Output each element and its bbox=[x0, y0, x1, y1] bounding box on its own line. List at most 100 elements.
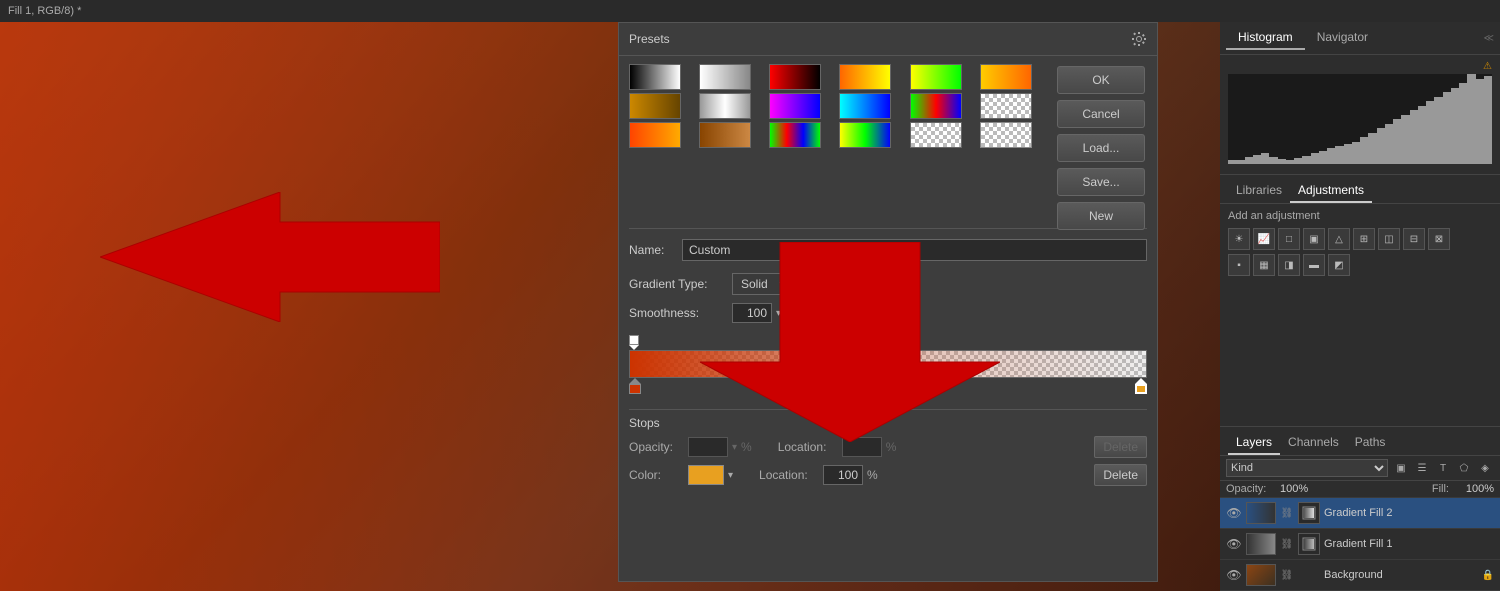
gear-icon[interactable] bbox=[1131, 31, 1147, 47]
pixel-filter-icon[interactable]: ▣ bbox=[1392, 459, 1410, 477]
navigator-tab[interactable]: Navigator bbox=[1305, 26, 1380, 50]
layer-item-background[interactable]: 👁 ⛓ Background 🔒 bbox=[1220, 560, 1500, 591]
color-stop-red[interactable] bbox=[629, 379, 641, 395]
posterize-adjustment-icon[interactable]: ▦ bbox=[1253, 254, 1275, 276]
layer-visibility-background[interactable]: 👁 bbox=[1226, 567, 1242, 583]
preset-swatch-3[interactable] bbox=[769, 64, 821, 90]
new-button[interactable]: New bbox=[1057, 202, 1145, 230]
layer-filter-select[interactable]: Kind bbox=[1226, 459, 1388, 477]
fill-row-label: Fill: bbox=[1432, 483, 1462, 495]
layers-tab-btn[interactable]: Layers bbox=[1228, 431, 1280, 455]
shape-filter-icon[interactable]: ⬠ bbox=[1455, 459, 1473, 477]
preset-swatch-1[interactable] bbox=[629, 64, 681, 90]
adjustments-tab[interactable]: Adjustments bbox=[1290, 179, 1372, 203]
hist-bar bbox=[1245, 157, 1253, 164]
hist-bar bbox=[1467, 74, 1475, 164]
preset-swatch-12[interactable] bbox=[980, 93, 1032, 119]
preset-swatch-5[interactable] bbox=[910, 64, 962, 90]
preset-swatch-6[interactable] bbox=[980, 64, 1032, 90]
color-dropdown-arrow[interactable]: ▾ bbox=[728, 470, 733, 481]
layer-chain-gradient-fill-2[interactable]: ⛓ bbox=[1280, 506, 1294, 520]
hist-bar bbox=[1410, 110, 1418, 164]
channels-tab-btn[interactable]: Channels bbox=[1280, 431, 1347, 455]
preset-swatch-10[interactable] bbox=[839, 93, 891, 119]
type-filter-icon[interactable]: T bbox=[1434, 459, 1452, 477]
layer-item-gradient-fill-2[interactable]: 👁 ⛓ Gradient Fill 2 bbox=[1220, 498, 1500, 529]
layer-name-gradient-fill-2: Gradient Fill 2 bbox=[1324, 507, 1494, 519]
color-swatch-button[interactable] bbox=[688, 465, 724, 485]
layer-lock-background: 🔒 bbox=[1482, 570, 1494, 581]
dialog-header: Presets bbox=[619, 23, 1157, 56]
layers-toolbar: Kind ▣ ☰ T ⬠ ◈ bbox=[1220, 456, 1500, 481]
preset-swatch-15[interactable] bbox=[769, 122, 821, 148]
layer-item-gradient-fill-1[interactable]: 👁 ⛓ Gradient Fill 1 bbox=[1220, 529, 1500, 560]
preset-swatch-4[interactable] bbox=[839, 64, 891, 90]
layer-effect-gradient-fill-1 bbox=[1298, 533, 1320, 555]
preset-swatch-18[interactable] bbox=[980, 122, 1032, 148]
preset-swatch-2[interactable] bbox=[699, 64, 751, 90]
panel-collapse-icon[interactable]: ≪ bbox=[1484, 33, 1494, 44]
preset-swatch-13[interactable] bbox=[629, 122, 681, 148]
channelmixer-adjustment-icon[interactable]: ⊟ bbox=[1403, 228, 1425, 250]
vibrance-adjustment-icon[interactable]: ▣ bbox=[1303, 228, 1325, 250]
exposure-adjustment-icon[interactable]: □ bbox=[1278, 228, 1300, 250]
layer-chain-background[interactable]: ⛓ bbox=[1280, 568, 1294, 582]
colorlookup-adjustment-icon[interactable]: ⊠ bbox=[1428, 228, 1450, 250]
curves-adjustment-icon[interactable]: 📈 bbox=[1253, 228, 1275, 250]
layer-thumb-gradient-fill-1 bbox=[1246, 533, 1276, 555]
layer-visibility-gradient-fill-1[interactable]: 👁 bbox=[1226, 536, 1242, 552]
title-bar-text: Fill 1, RGB/8) * bbox=[8, 5, 81, 17]
opacity-fill-row: Opacity: 100% Fill: 100% bbox=[1220, 481, 1500, 498]
preset-swatch-7[interactable] bbox=[629, 93, 681, 119]
histogram-tab[interactable]: Histogram bbox=[1226, 26, 1305, 50]
libraries-tab[interactable]: Libraries bbox=[1228, 179, 1290, 203]
layer-chain-gradient-fill-1[interactable]: ⛓ bbox=[1280, 537, 1294, 551]
ok-button[interactable]: OK bbox=[1057, 66, 1145, 94]
hist-bar bbox=[1319, 151, 1327, 165]
paths-tab-btn[interactable]: Paths bbox=[1347, 431, 1394, 455]
opacity-stop-left[interactable] bbox=[629, 335, 639, 349]
threshold-adjustment-icon[interactable]: ◨ bbox=[1278, 254, 1300, 276]
invert-adjustment-icon[interactable]: ▪ bbox=[1228, 254, 1250, 276]
preset-swatch-14[interactable] bbox=[699, 122, 751, 148]
opacity-field-label: Opacity: bbox=[629, 440, 684, 454]
colorbalance-adjustment-icon[interactable]: ⊞ bbox=[1353, 228, 1375, 250]
hist-bar bbox=[1393, 119, 1401, 164]
preset-swatch-17[interactable] bbox=[910, 122, 962, 148]
left-red-arrow bbox=[100, 192, 440, 325]
hist-bar bbox=[1434, 97, 1442, 165]
selectivecolor-adjustment-icon[interactable]: ◩ bbox=[1328, 254, 1350, 276]
adjustment-icons-row-2: ▪ ▦ ◨ ▬ ◩ bbox=[1228, 254, 1492, 276]
preset-swatch-8[interactable] bbox=[699, 93, 751, 119]
color-stop-orange[interactable] bbox=[1135, 379, 1147, 395]
location-value-input-color[interactable] bbox=[823, 465, 863, 485]
layer-visibility-gradient-fill-2[interactable]: 👁 bbox=[1226, 505, 1242, 521]
hist-bar bbox=[1286, 160, 1294, 165]
hist-bar bbox=[1484, 76, 1492, 164]
save-button[interactable]: Save... bbox=[1057, 168, 1145, 196]
gradientmap-adjustment-icon[interactable]: ▬ bbox=[1303, 254, 1325, 276]
fill-row-value[interactable]: 100% bbox=[1466, 483, 1494, 495]
add-adjustment-label: Add an adjustment bbox=[1228, 210, 1492, 222]
preset-swatch-16[interactable] bbox=[839, 122, 891, 148]
preset-swatch-11[interactable] bbox=[910, 93, 962, 119]
hist-bar bbox=[1344, 144, 1352, 164]
layer-thumb-gradient-fill-2 bbox=[1246, 502, 1276, 524]
hist-bar bbox=[1294, 158, 1302, 164]
load-button[interactable]: Load... bbox=[1057, 134, 1145, 162]
brightness-adjustment-icon[interactable]: ☀ bbox=[1228, 228, 1250, 250]
photofilter-adjustment-icon[interactable]: ◫ bbox=[1378, 228, 1400, 250]
layers-section: Layers Channels Paths Kind ▣ ☰ T ⬠ ◈ bbox=[1220, 426, 1500, 591]
hsl-adjustment-icon[interactable]: △ bbox=[1328, 228, 1350, 250]
adjustments-content: Add an adjustment ☀ 📈 □ ▣ △ ⊞ ◫ ⊟ ⊠ ▪ ▦ … bbox=[1220, 204, 1500, 426]
delete-button-color[interactable]: Delete bbox=[1094, 464, 1147, 486]
histogram-canvas bbox=[1228, 74, 1492, 164]
layer-effect-gradient-fill-2 bbox=[1298, 502, 1320, 524]
right-panel: Histogram Navigator ≪ ⚠ bbox=[1220, 22, 1500, 591]
opacity-row-value[interactable]: 100% bbox=[1280, 483, 1308, 495]
preset-swatch-9[interactable] bbox=[769, 93, 821, 119]
cancel-button[interactable]: Cancel bbox=[1057, 100, 1145, 128]
adjustment-filter-icon[interactable]: ☰ bbox=[1413, 459, 1431, 477]
smart-filter-icon[interactable]: ◈ bbox=[1476, 459, 1494, 477]
hist-bar bbox=[1335, 146, 1343, 164]
